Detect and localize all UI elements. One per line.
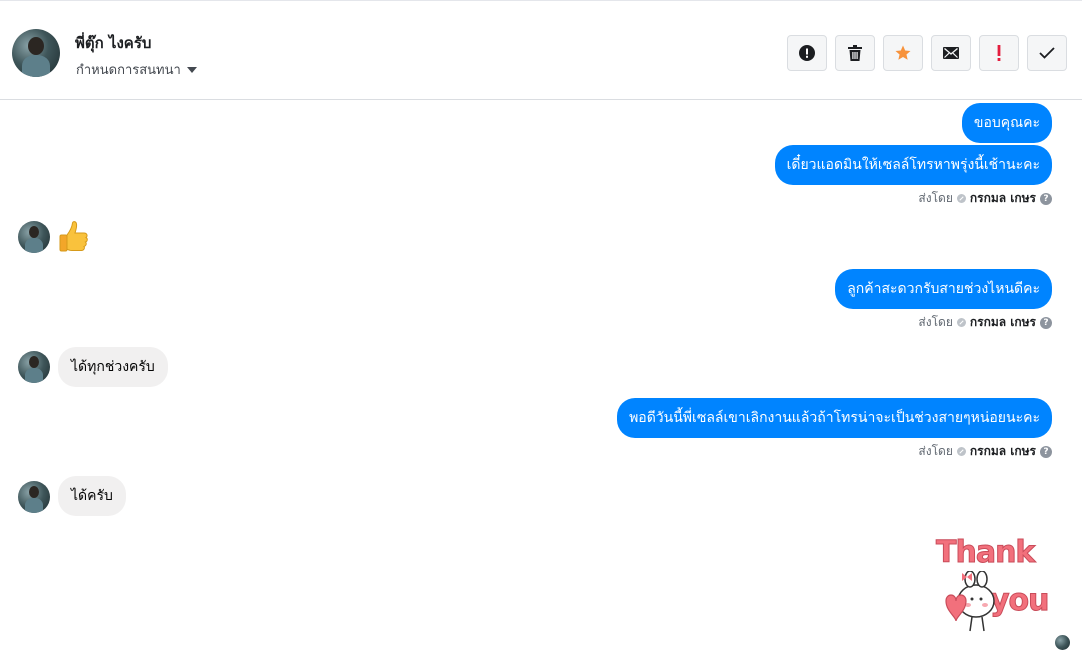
- star-icon: [895, 45, 911, 60]
- report-spam-button[interactable]: [787, 35, 827, 71]
- caret-down-icon: [186, 66, 197, 73]
- bunny-heart-icon: [945, 571, 995, 632]
- help-icon[interactable]: ?: [1040, 445, 1052, 458]
- sent-by-label: ส่งโดย: [918, 315, 953, 329]
- sent-by-label: ส่งโดย: [918, 444, 953, 458]
- admin-check-icon: [956, 194, 966, 203]
- message-bubble: เดี๋ยวแอดมินให้เซลล์โทรหาพรุ่งนี้เช้านะค…: [774, 145, 1052, 185]
- conversation-settings-label: กำหนดการสนทนา: [76, 63, 181, 78]
- contact-avatar-small: [18, 351, 50, 383]
- sent-by-info: ส่งโดย กรกมล เกษร ?: [918, 313, 1052, 332]
- sent-by-info: ส่งโดย กรกมล เกษร ?: [918, 442, 1052, 461]
- envelope-icon: [943, 47, 959, 59]
- conversation-toolbar: [787, 35, 1067, 71]
- admin-check-icon: [956, 318, 966, 327]
- exclamation-icon: [997, 45, 1001, 61]
- exclamation-circle-icon: [799, 45, 815, 61]
- thumbs-up-icon: [58, 221, 88, 257]
- sticker-text-thank: Thank: [935, 535, 1035, 571]
- message-bubble: ลูกค้าสะดวกรับสายช่วงไหนดีคะ: [835, 269, 1052, 309]
- sent-by-info: ส่งโดย กรกมล เกษร ?: [918, 189, 1052, 208]
- delete-button[interactable]: [835, 35, 875, 71]
- incoming-message[interactable]: ได้ครับ: [58, 476, 126, 516]
- incoming-message[interactable]: ได้ทุกช่วงครับ: [58, 347, 168, 387]
- mark-unread-button[interactable]: [931, 35, 971, 71]
- admin-check-icon: [956, 447, 966, 456]
- outgoing-message[interactable]: ขอบคุณคะ: [961, 103, 1052, 143]
- conversation-header: พี่ตุ๊ก ไงครับ กำหนดการสนทนา: [0, 0, 1082, 100]
- mark-done-button[interactable]: [1027, 35, 1067, 71]
- sent-by-label: ส่งโดย: [918, 191, 953, 205]
- conversation-settings-dropdown[interactable]: กำหนดการสนทนา: [76, 59, 197, 80]
- message-bubble: ได้ทุกช่วงครับ: [58, 347, 168, 387]
- incoming-message[interactable]: [58, 221, 88, 257]
- message-bubble: ได้ครับ: [58, 476, 126, 516]
- seen-avatar: [1055, 635, 1070, 650]
- thank-you-sticker[interactable]: Thank you: [930, 535, 1054, 635]
- contact-avatar-small: [18, 221, 50, 253]
- contact-name[interactable]: พี่ตุ๊ก ไงครับ: [75, 31, 151, 55]
- check-icon: [1039, 47, 1055, 59]
- contact-avatar-small: [18, 481, 50, 513]
- message-bubble: พอดีวันนี้พี่เซลล์เขาเลิกงานแล้วถ้าโทรน่…: [617, 398, 1052, 438]
- sender-name: กรกมล เกษร: [969, 315, 1036, 329]
- star-button[interactable]: [883, 35, 923, 71]
- sender-name: กรกมล เกษร: [969, 191, 1036, 205]
- sender-name: กรกมล เกษร: [969, 444, 1036, 458]
- outgoing-message[interactable]: เดี๋ยวแอดมินให้เซลล์โทรหาพรุ่งนี้เช้านะค…: [774, 145, 1052, 185]
- contact-avatar[interactable]: [12, 29, 60, 77]
- outgoing-message[interactable]: พอดีวันนี้พี่เซลล์เขาเลิกงานแล้วถ้าโทรน่…: [617, 398, 1052, 438]
- help-icon[interactable]: ?: [1040, 316, 1052, 329]
- mark-important-button[interactable]: [979, 35, 1019, 71]
- help-icon[interactable]: ?: [1040, 192, 1052, 205]
- trash-icon: [848, 45, 862, 61]
- message-bubble: ขอบคุณคะ: [961, 103, 1052, 143]
- outgoing-message[interactable]: ลูกค้าสะดวกรับสายช่วงไหนดีคะ: [835, 269, 1052, 309]
